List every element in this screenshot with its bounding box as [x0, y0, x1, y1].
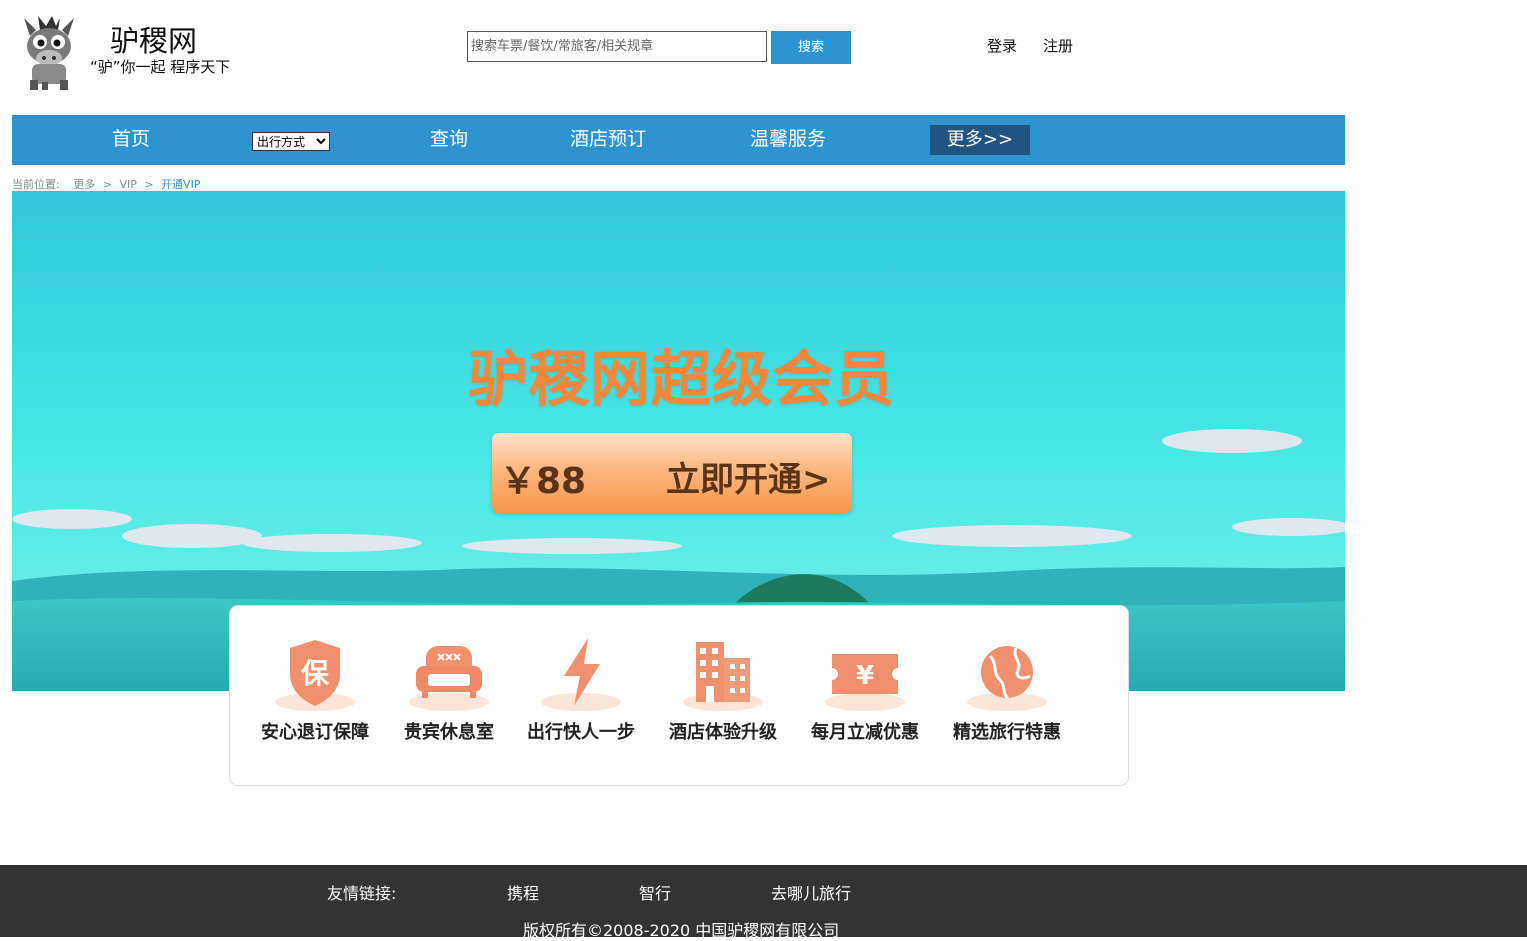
benefit-label: 安心退订保障	[261, 722, 369, 743]
breadcrumb: 当前位置: 更多 > VIP > 开通VIP	[12, 176, 200, 192]
nav-item-query[interactable]: 查询	[430, 126, 468, 152]
benefit-travel-deals[interactable]: 精选旅行特惠	[942, 636, 1072, 746]
benefit-monthly-discount[interactable]: ¥ 每月立减优惠	[800, 636, 930, 746]
vip-title: 驴稷网超级会员	[468, 345, 895, 415]
search-button[interactable]: 搜索	[771, 31, 851, 64]
lightning-icon	[541, 638, 621, 711]
footer-link-qunar[interactable]: 去哪儿旅行	[771, 880, 851, 904]
main-nav: 首页 出行方式 查询 酒店预订 温馨服务 更多>>	[12, 115, 1345, 165]
breadcrumb-current: 开通VIP	[161, 178, 201, 191]
benefit-label: 精选旅行特惠	[953, 722, 1061, 743]
benefit-hotel-upgrade[interactable]: 酒店体验升级	[658, 636, 788, 746]
shield-icon: 保	[275, 640, 355, 711]
footer-links-label: 友情链接:	[327, 884, 397, 903]
site-footer: 友情链接: 携程 智行 去哪儿旅行 版权所有©2008-2020 中国驴稷网有限…	[0, 865, 1527, 940]
breadcrumb-separator: >	[144, 178, 154, 191]
vip-price: ￥88	[500, 461, 587, 502]
open-vip-label: 立即开通>	[666, 460, 831, 500]
sofa-icon	[409, 646, 489, 711]
breadcrumb-vip[interactable]: VIP	[119, 178, 136, 191]
coupon-icon: ¥	[825, 654, 905, 711]
benefit-label: 出行快人一步	[527, 722, 635, 743]
travel-mode-select[interactable]: 出行方式	[252, 132, 330, 151]
shield-icon-text: 保	[301, 657, 330, 690]
register-link[interactable]: 注册	[1043, 35, 1073, 56]
nav-item-hotel-booking[interactable]: 酒店预订	[570, 126, 646, 152]
site-slogan: “驴”你一起 程序天下	[90, 58, 231, 76]
benefit-vip-lounge[interactable]: 贵宾休息室	[384, 636, 514, 746]
breadcrumb-label: 当前位置:	[12, 178, 60, 191]
donkey-logo-icon[interactable]	[16, 12, 82, 92]
building-icon	[683, 642, 763, 711]
nav-item-services[interactable]: 温馨服务	[750, 126, 826, 152]
login-link[interactable]: 登录	[987, 35, 1017, 56]
copyright-text: 版权所有©2008-2020 中国驴稷网有限公司	[523, 921, 840, 940]
vip-benefits-card: 保 安心退订保障 贵宾休息室 出行快人一步 酒店体验升级 ¥ 每月立减优惠 精选…	[229, 605, 1129, 786]
benefit-label: 酒店体验升级	[669, 722, 777, 743]
footer-link-zhixing[interactable]: 智行	[639, 880, 671, 904]
open-vip-button[interactable]: ￥88 立即开通>	[492, 433, 852, 513]
benefit-fast-travel[interactable]: 出行快人一步	[516, 636, 646, 746]
benefit-label: 贵宾休息室	[404, 722, 494, 743]
footer-link-ctrip[interactable]: 携程	[507, 880, 539, 904]
globe-icon	[967, 646, 1047, 711]
coupon-icon-text: ¥	[856, 661, 874, 691]
site-name: 驴稷网	[110, 24, 198, 58]
benefit-refund-guarantee[interactable]: 保 安心退订保障	[250, 636, 380, 746]
search-input[interactable]	[467, 31, 767, 62]
breadcrumb-more[interactable]: 更多	[73, 178, 95, 191]
nav-item-more[interactable]: 更多>>	[930, 125, 1030, 155]
benefit-label: 每月立减优惠	[811, 722, 919, 743]
nav-item-home[interactable]: 首页	[112, 126, 150, 152]
breadcrumb-separator: >	[102, 178, 112, 191]
